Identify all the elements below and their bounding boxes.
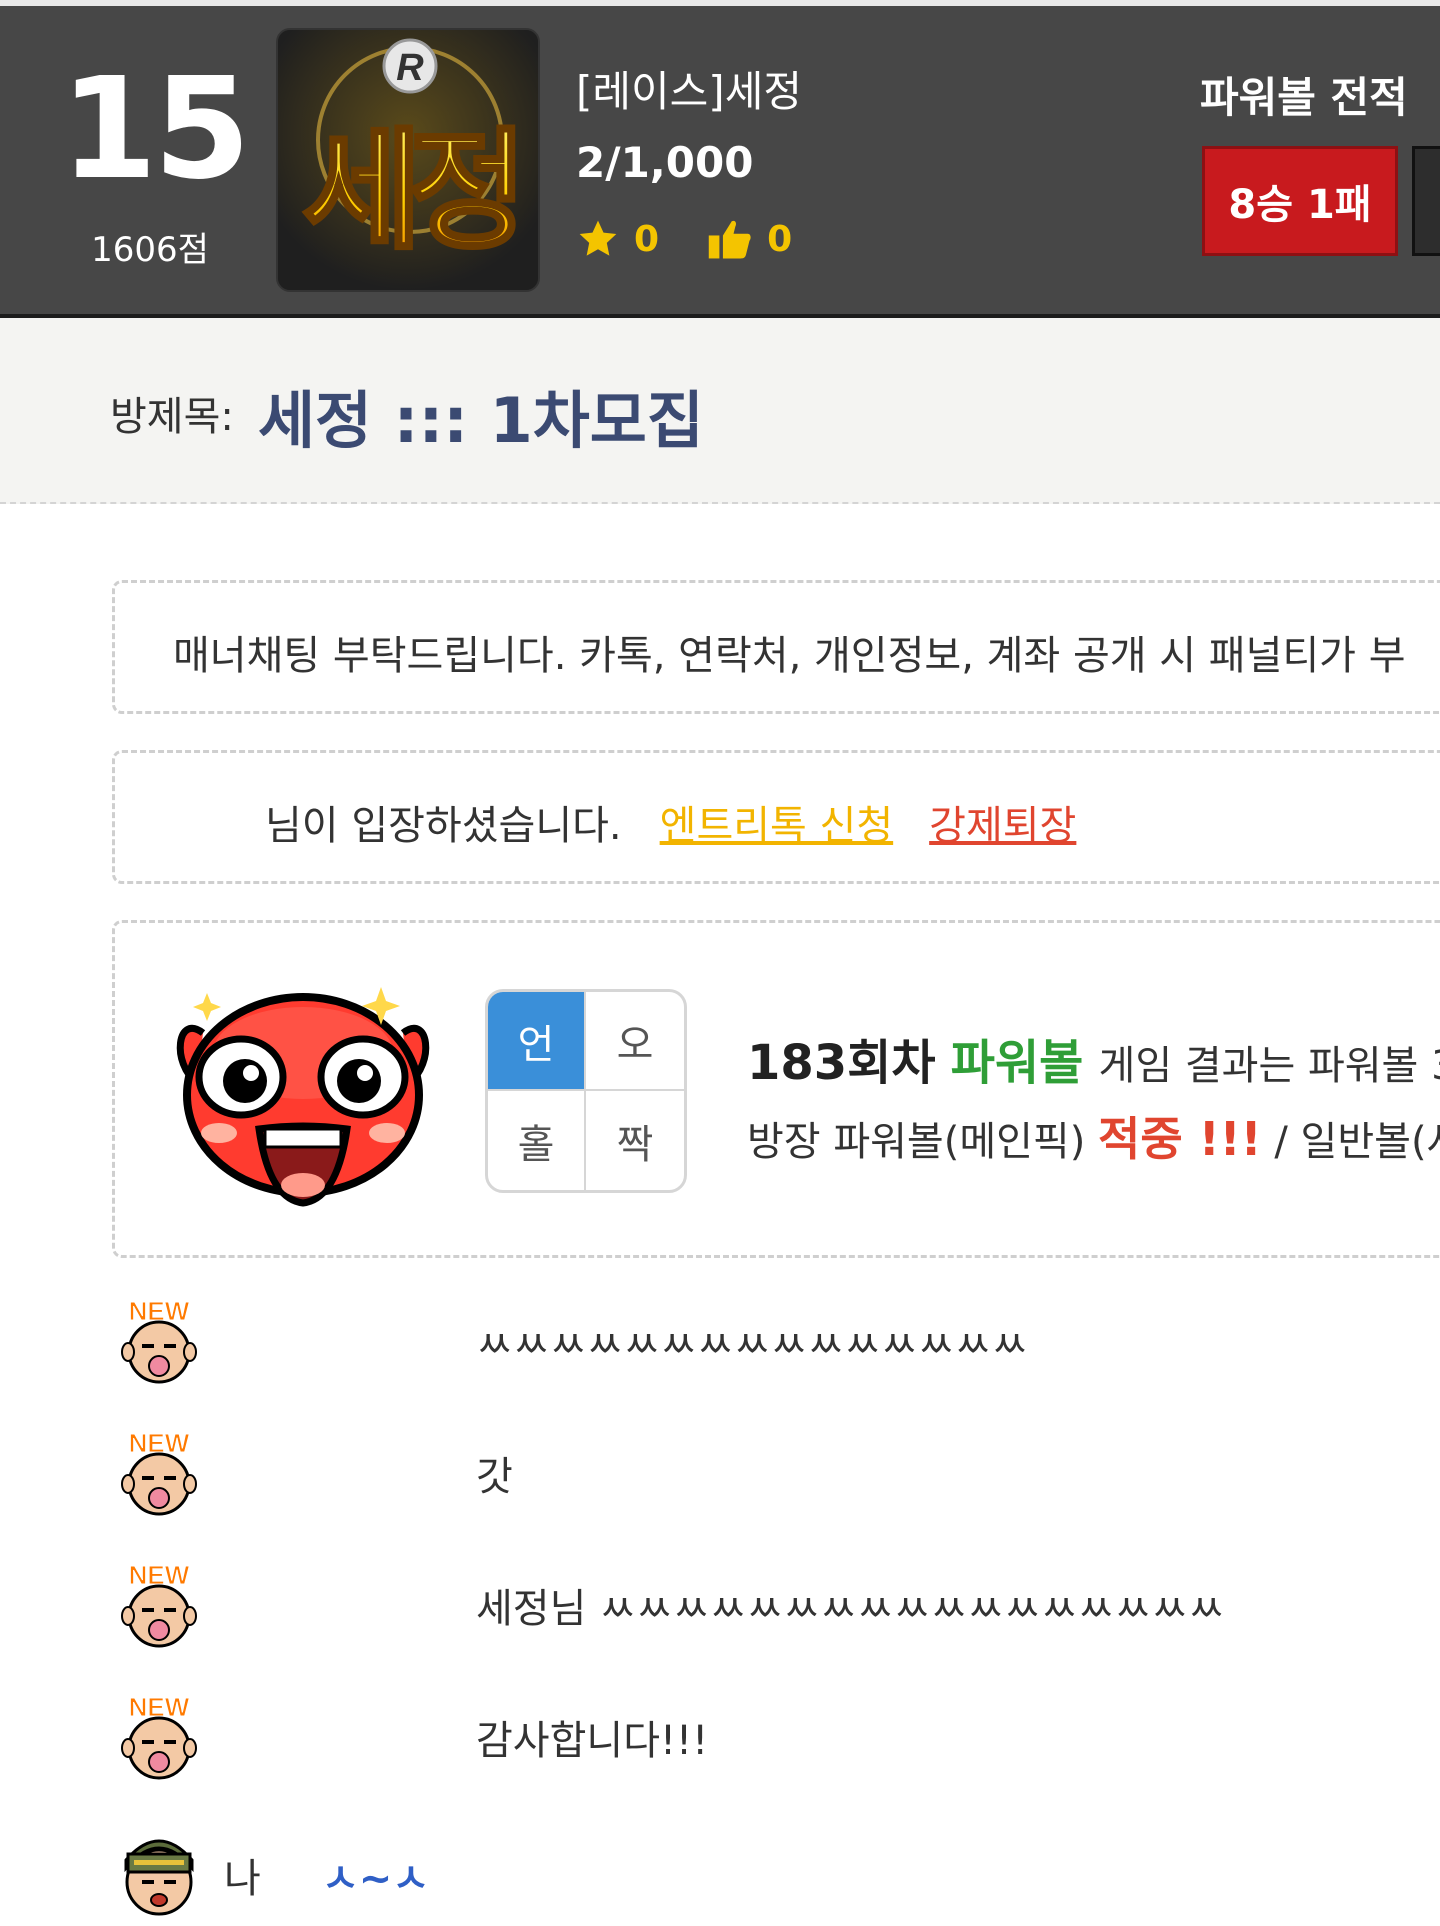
rank-score: 1606점 bbox=[91, 230, 209, 270]
result-game: 파워볼 bbox=[950, 1035, 1084, 1091]
like-count: 0 bbox=[767, 218, 793, 260]
result-hit: 적중 !!! bbox=[1098, 1112, 1262, 1166]
grid-cell-over: 오 bbox=[586, 992, 684, 1091]
grid-cell-under: 언 bbox=[488, 992, 586, 1091]
result-normal: / 일반볼(사 bbox=[1274, 1119, 1440, 1165]
chat-text: 세정님 ㅆㅆㅆㅆㅆㅆㅆㅆㅆㅆㅆㅆㅆㅆㅆㅆㅆ bbox=[476, 1586, 1225, 1632]
chat-text: 갓 bbox=[476, 1454, 513, 1500]
devil-mascot-icon bbox=[176, 987, 430, 1207]
grid-cell-odd: 홀 bbox=[488, 1091, 586, 1190]
new-user-avatar-icon: NEW bbox=[121, 1560, 197, 1648]
result-pick: 방장 파워볼(메인픽) bbox=[747, 1119, 1086, 1165]
new-user-avatar-icon: NEW bbox=[121, 1296, 197, 1384]
my-chat-message: 나 ㅅ~ㅅ bbox=[112, 1824, 1432, 1924]
room-name: [레이스]세정 bbox=[576, 67, 802, 116]
room-title-label: 방제목: bbox=[110, 394, 234, 440]
result-line-2: 방장 파워볼(메인픽) 적중 !!! / 일반볼(사 bbox=[747, 1103, 1440, 1169]
grid-cell-even: 짝 bbox=[616, 1121, 654, 1168]
result-line-1: 183회차 파워볼 게임 결과는 파워볼 3 bbox=[747, 1023, 1440, 1093]
star-count: 0 bbox=[634, 218, 660, 260]
thumbs-up-icon bbox=[708, 220, 751, 259]
room-stats: 0 0 bbox=[576, 214, 840, 264]
new-user-avatar-icon: NEW bbox=[121, 1692, 197, 1780]
chat-message: NEW 세정님 ㅆㅆㅆㅆㅆㅆㅆㅆㅆㅆㅆㅆㅆㅆㅆㅆㅆ bbox=[112, 1556, 1432, 1656]
result-summary: 게임 결과는 파워볼 3 bbox=[1098, 1043, 1440, 1089]
result-round: 183회차 bbox=[747, 1035, 936, 1091]
room-header: 15 1606점 R 세정 [레이스]세정 2/1,000 0 0 파워볼 전적… bbox=[0, 6, 1440, 318]
entry-message: 님이 입장하셨습니다. bbox=[265, 803, 622, 849]
svg-text:NEW: NEW bbox=[129, 1428, 190, 1458]
svg-text:NEW: NEW bbox=[129, 1692, 190, 1722]
chat-message: NEW ㅆㅆㅆㅆㅆㅆㅆㅆㅆㅆㅆㅆㅆㅆㅆ bbox=[112, 1292, 1432, 1392]
my-name: 나 bbox=[224, 1856, 261, 1902]
game-result-box: 언 오 홀 짝 183회차 파워볼 게임 결과는 파워볼 3 방장 파워볼(메인… bbox=[112, 920, 1440, 1258]
room-title-bar: 방제목: 세정 ::: 1차모집 bbox=[0, 318, 1440, 504]
svg-text:NEW: NEW bbox=[129, 1296, 190, 1326]
logo-text: 세정 bbox=[302, 115, 514, 267]
chat-text: ㅆㅆㅆㅆㅆㅆㅆㅆㅆㅆㅆㅆㅆㅆㅆ bbox=[476, 1322, 1028, 1368]
my-chat-text: ㅅ~ㅅ bbox=[322, 1856, 430, 1902]
record-title: 파워볼 전적 bbox=[1200, 73, 1408, 122]
record-button-secondary[interactable] bbox=[1412, 146, 1440, 256]
svg-text:NEW: NEW bbox=[129, 1560, 190, 1590]
entry-row: 님이 입장하셨습니다. 엔트리톡 신청 강제퇴장 bbox=[265, 793, 1076, 851]
soldier-avatar-icon bbox=[124, 1839, 194, 1916]
record-button[interactable]: 8승 1패 bbox=[1202, 146, 1398, 256]
like-stat[interactable]: 0 bbox=[707, 217, 792, 261]
chat-text: 감사합니다!!! bbox=[476, 1718, 709, 1764]
notice-text: 매너채팅 부탁드립니다. 카톡, 연락처, 개인정보, 계좌 공개 시 패널티가… bbox=[173, 633, 1406, 679]
svg-text:R: R bbox=[396, 47, 424, 89]
result-grid: 언 오 홀 짝 bbox=[485, 989, 687, 1193]
rank-number: 15 bbox=[60, 48, 251, 211]
room-logo: R 세정 bbox=[276, 28, 540, 292]
star-icon bbox=[579, 220, 617, 256]
star-stat[interactable]: 0 bbox=[576, 217, 659, 261]
entry-talk-link[interactable]: 엔트리톡 신청 bbox=[660, 793, 894, 851]
notice-box: 매너채팅 부탁드립니다. 카톡, 연락처, 개인정보, 계좌 공개 시 패널티가… bbox=[112, 580, 1440, 714]
kick-link[interactable]: 강제퇴장 bbox=[929, 793, 1076, 851]
member-count: 2/1,000 bbox=[576, 138, 754, 187]
room-title: 세정 ::: 1차모집 bbox=[258, 384, 704, 457]
chat-message: NEW 갓 bbox=[112, 1424, 1432, 1524]
chat-message: NEW 감사합니다!!! bbox=[112, 1688, 1432, 1788]
entry-box: 님이 입장하셨습니다. 엔트리톡 신청 강제퇴장 bbox=[112, 750, 1440, 884]
new-user-avatar-icon: NEW bbox=[121, 1428, 197, 1516]
